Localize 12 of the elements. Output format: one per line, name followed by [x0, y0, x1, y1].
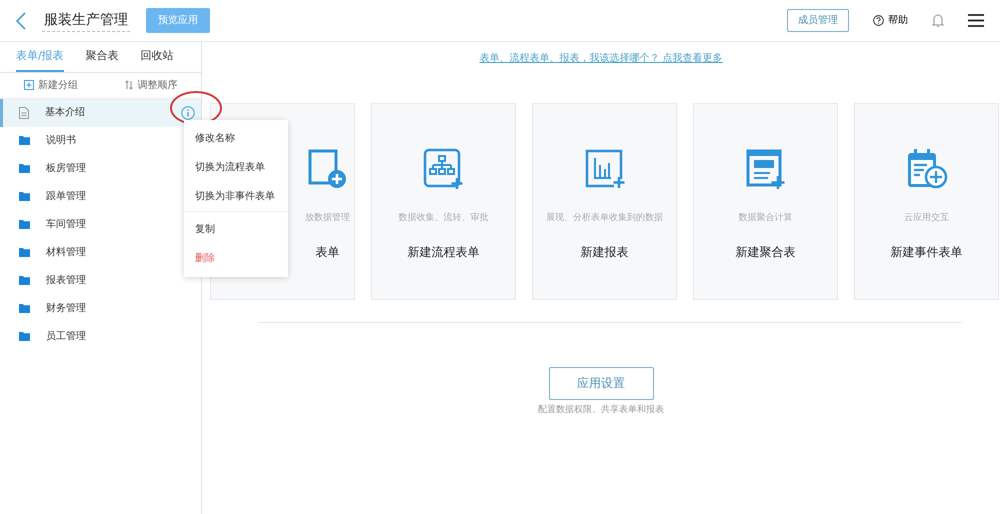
card-description: 放数据管理 — [305, 212, 350, 224]
card-description: 展现、分析表单收集到的数据 — [546, 212, 663, 224]
app-title: 服装生产管理 — [42, 10, 130, 32]
card-title: 新建流程表单 — [408, 244, 480, 261]
settings-caption: 配置数据权限、共享表单和报表 — [538, 404, 664, 416]
card-description: 数据聚合计算 — [738, 212, 792, 224]
card-title: 表单 — [316, 244, 340, 261]
card-title: 新建聚合表 — [736, 244, 796, 261]
card-description: 云应用交互 — [904, 212, 949, 224]
card-title: 新建事件表单 — [890, 244, 962, 261]
card-title: 新建报表 — [580, 244, 628, 261]
card-description: 数据收集、流转、审批 — [398, 212, 488, 224]
